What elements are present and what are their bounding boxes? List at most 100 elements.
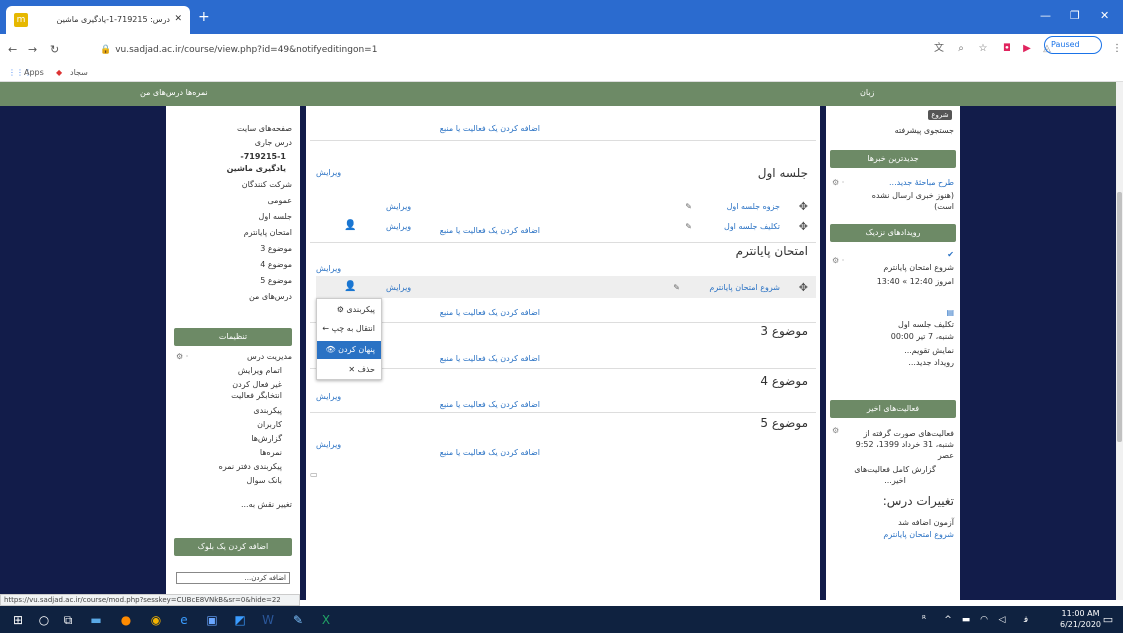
activity-link[interactable]: تکلیف جلسه اول [724,222,780,231]
nav-topic-3[interactable]: موضوع 3 [260,244,292,253]
activity-edit-menu[interactable]: ویرایش [386,222,411,231]
store-icon[interactable]: ▣ [204,612,220,628]
people-icon[interactable]: ᴿ [916,612,932,628]
bookmark-item[interactable]: سجاد [70,68,88,77]
search-icon[interactable]: ○ [36,612,52,628]
search-start-button[interactable]: شروع [928,110,952,120]
battery-icon[interactable]: ▬ [958,612,974,628]
activity-link[interactable]: شروع امتحان پایانترم [709,283,780,292]
nav-participants[interactable]: شرکت کنندگان [242,180,292,189]
translate-icon[interactable]: 文 [932,42,946,56]
settings-switch-role[interactable]: تغییر نقش به... [241,500,292,509]
menu-configure[interactable]: پیکربندی ⚙ [317,301,381,319]
new-event-link[interactable]: رویداد جدید... [908,358,954,367]
section-edit-menu[interactable]: ویرایش [316,168,341,177]
language-tray-icon[interactable]: ﻓ [1018,612,1034,628]
page-scrollbar[interactable] [1116,82,1123,600]
menu-delete[interactable]: حذف ✕ [317,361,381,379]
reload-icon[interactable]: ↻ [50,43,59,56]
nav-my-courses[interactable]: درس‌های من [249,292,292,301]
firefox-icon[interactable]: ● [118,612,134,628]
activity-link[interactable]: جزوه جلسه اول [727,202,780,211]
close-tab-icon[interactable]: ✕ [174,14,182,24]
change-final-exam-link[interactable]: شروع امتحان پایانترم [883,530,954,539]
nav-course-name[interactable]: یادگیری ماشین [227,164,286,173]
notifications-icon[interactable]: ▭ [1100,612,1116,628]
section-edit-menu[interactable]: ویرایش [316,264,341,273]
nav-topic-4[interactable]: موضوع 4 [260,260,292,269]
role-icon[interactable]: 👤 [344,281,356,292]
wifi-icon[interactable]: ◠ [976,612,992,628]
settings-activity-chooser[interactable]: انتخابگر فعالیت [231,391,282,400]
block-controls-icon[interactable]: ⚙ [832,426,839,435]
settings-disable[interactable]: غیر فعال کردن [232,380,282,389]
add-activity-link[interactable]: اضافه کردن یک فعالیت یا منبع [440,308,540,317]
settings-gradebook-setup[interactable]: پیکربندی دفتر نمره [219,462,282,471]
block-controls-icon[interactable]: ⚙ · [832,256,844,265]
move-icon[interactable]: ✥ [799,200,808,213]
minimize-icon[interactable]: — [1040,9,1051,22]
taskbar-clock[interactable]: 11:00 AM 6/21/2020 [1060,608,1101,630]
add-activity-link[interactable]: اضافه کردن یک فعالیت یا منبع [440,400,540,409]
block-move-icon[interactable]: ⚙ · [176,352,188,361]
tray-chevron-icon[interactable]: ^ [940,612,956,628]
language-menu[interactable]: زبان [860,88,874,97]
edit-title-icon[interactable]: ✎ [685,202,692,211]
event-2-title[interactable]: تکلیف جلسه اول [898,320,954,329]
role-icon[interactable]: 👤 [344,220,356,231]
volume-icon[interactable]: ◁ [994,612,1010,628]
nav-current-course[interactable]: درس جاری [255,138,292,147]
browser-tab[interactable]: m درس: 719215-1-یادگیری ماشین ✕ [6,6,190,34]
apps-bookmark[interactable]: Apps [24,68,44,77]
back-icon[interactable]: ← [8,43,17,56]
menu-move-left[interactable]: انتقال به چپ ← [317,320,381,338]
add-activity-link[interactable]: اضافه کردن یک فعالیت یا منبع [440,448,540,457]
section-edit-menu[interactable]: ویرایش [316,440,341,449]
url-field[interactable]: 🔒 vu.sadjad.ac.ir/course/view.php?id=49&n… [100,42,800,58]
play-extension-icon[interactable]: ▶ [1020,42,1034,56]
block-controls-icon[interactable]: ⚙ · [832,178,844,187]
bookmark-star-icon[interactable]: ☆ [976,42,990,56]
nav-topic-5[interactable]: موضوع 5 [260,276,292,285]
nav-session-1[interactable]: جلسه اول [259,212,292,221]
menu-hide[interactable]: پنهان کردن 👁 [317,341,381,359]
full-report-link[interactable]: گزارش کامل فعالیت‌های اخیر... [850,464,940,486]
settings-reports[interactable]: گزارش‌ها [251,434,282,443]
section-edit-menu[interactable]: ویرایش [316,392,341,401]
nav-final-exam[interactable]: امتحان پایانترم [244,228,292,237]
nav-site-pages[interactable]: صفحه‌های سایت [237,124,292,133]
settings-users[interactable]: کاربران [257,420,282,429]
add-activity-link[interactable]: اضافه کردن یک فعالیت یا منبع [440,124,540,133]
top-nav-links[interactable]: نمره‌ها درس‌های من [140,88,208,97]
collapse-icon[interactable]: ▭ [310,470,318,479]
maximize-icon[interactable]: ❐ [1070,9,1080,22]
explorer-icon[interactable]: ▬ [88,612,104,628]
zoom-icon[interactable]: ⌕ [954,42,968,56]
settings-configure[interactable]: پیکربندی [253,406,282,415]
forward-icon[interactable]: → [28,43,37,56]
windows-start-icon[interactable]: ⊞ [10,612,26,628]
add-activity-link[interactable]: اضافه کردن یک فعالیت یا منبع [440,226,540,235]
event-1-title[interactable]: شروع امتحان پایانترم [864,262,954,273]
move-icon[interactable]: ✥ [799,220,808,233]
settings-course-admin[interactable]: مدیریت درس [247,352,292,361]
chrome-icon[interactable]: ◉ [148,612,164,628]
menu-dots-icon[interactable]: ⋮ [1110,42,1123,56]
settings-finish-editing[interactable]: اتمام ویرایش [238,366,282,375]
task-view-icon[interactable]: ⧉ [60,612,76,628]
word-icon[interactable]: W [260,612,276,628]
edit-title-icon[interactable]: ✎ [685,222,692,231]
settings-question-bank[interactable]: بانک سوال [247,476,282,485]
scrollbar-thumb[interactable] [1117,192,1122,442]
excel-icon[interactable]: X [318,612,334,628]
pocket-icon[interactable]: ◘ [1000,42,1014,56]
add-activity-link[interactable]: اضافه کردن یک فعالیت یا منبع [440,354,540,363]
nav-course-code[interactable]: 719215-1- [240,152,286,161]
new-topic-link[interactable]: طرح مباحثهٔ جدید... [874,178,954,187]
calendar-link[interactable]: نمایش تقویم... [904,346,954,355]
edit-title-icon[interactable]: ✎ [673,283,680,292]
nav-general[interactable]: عمومی [268,196,292,205]
move-icon[interactable]: ✥ [799,281,808,294]
edge-icon[interactable]: e [176,612,192,628]
network-app-icon[interactable]: ◩ [232,612,248,628]
